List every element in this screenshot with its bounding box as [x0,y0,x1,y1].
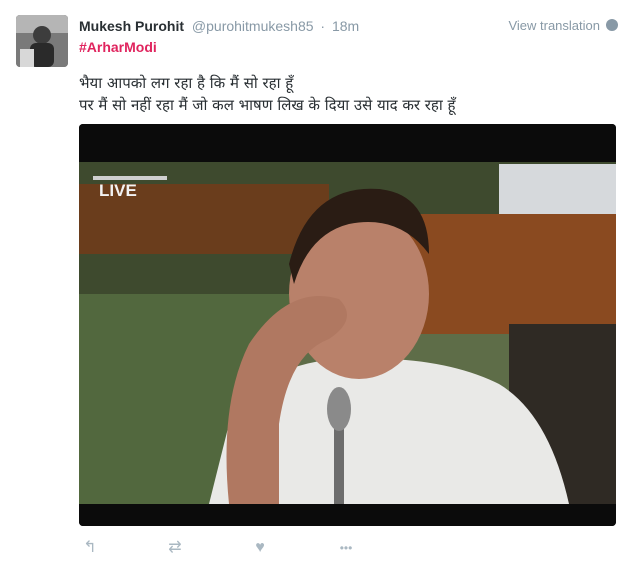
user-handle[interactable]: @purohitmukesh85 [192,18,314,34]
tweet-text-line-1: भैया आपको लग रहा है कि मैं सो रहा हूँ [79,74,294,92]
separator: · [320,18,326,34]
view-translation-label: View translation [508,18,600,33]
avatar[interactable] [16,15,68,67]
globe-icon [606,19,618,31]
view-translation-link[interactable]: View translation [508,16,618,36]
timestamp[interactable]: 18m [332,18,359,34]
retweet-icon[interactable]: ⇄ [164,537,186,559]
like-icon[interactable]: ♥ [249,537,271,559]
tweet: Mukesh Purohit @purohitmukesh85 · 18m Vi… [0,0,640,561]
tweet-header: Mukesh Purohit @purohitmukesh85 · 18m Vi… [79,16,624,36]
tweet-text-line-2: पर मैं सो नहीं रहा मैं जो कल भाषण लिख के… [79,96,456,114]
tweet-text: भैया आपको लग रहा है कि मैं सो रहा हूँ पर… [79,72,456,116]
hashtag-link[interactable]: #ArharModi [79,37,157,57]
tweet-media-photo[interactable]: LIVE [79,124,616,526]
live-badge: LIVE [99,181,137,200]
reply-icon[interactable]: ↰ [79,537,101,559]
more-icon[interactable]: ••• [334,537,358,559]
tweet-actions: ↰ ⇄ ♥ ••• [79,537,479,559]
user-name[interactable]: Mukesh Purohit [79,18,184,34]
